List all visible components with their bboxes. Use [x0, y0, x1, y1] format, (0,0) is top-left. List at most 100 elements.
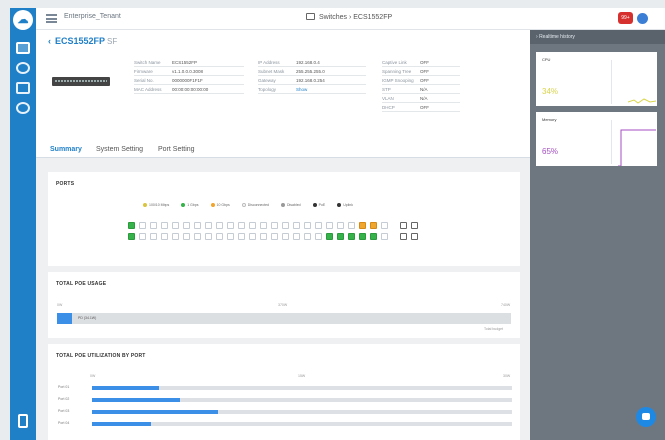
switch-port[interactable] — [172, 222, 179, 229]
switch-port[interactable] — [260, 222, 267, 229]
switch-port[interactable] — [150, 222, 157, 229]
switch-port[interactable] — [337, 222, 344, 229]
app-root: ☁ Enterprise_Tenant Switches › ECS1552FP… — [0, 0, 665, 440]
info-row: Serial No. 0000000F1F1F — [134, 76, 244, 85]
legend-item: Disabled — [281, 203, 301, 207]
tab-summary[interactable]: Summary — [50, 146, 82, 160]
tab-port-setting[interactable]: Port Setting — [158, 146, 195, 153]
realtime-panel: › Realtime history CPU 34% Memory 65% — [530, 30, 665, 440]
cpu-sparkline — [628, 98, 656, 104]
nav-monitor-icon[interactable] — [16, 42, 30, 54]
switch-port[interactable] — [315, 233, 322, 240]
device-name: ECS1552FP — [55, 36, 106, 46]
info-row: VLAN N/A — [382, 94, 460, 103]
chat-support-icon[interactable] — [636, 407, 656, 427]
info-value: v1.1.0.0.0.3008 — [172, 68, 204, 74]
nav-list-icon[interactable] — [16, 82, 30, 94]
poe-port-title: TOTAL POE UTILIZATION BY PORT — [56, 353, 146, 359]
switch-port[interactable] — [359, 222, 366, 229]
poe-by-port-card: TOTAL POE UTILIZATION BY PORT 0W 15W 30W… — [48, 344, 520, 440]
switch-port[interactable] — [183, 222, 190, 229]
device-info-col3: Captive Link OFF Spanning Tree OFF IGMP Sn… — [382, 58, 460, 112]
info-value: OFF — [420, 77, 429, 83]
switch-port[interactable] — [282, 222, 289, 229]
switch-port[interactable] — [348, 222, 355, 229]
switch-port[interactable] — [194, 233, 201, 240]
uplink-port[interactable] — [400, 233, 407, 240]
cpu-label: CPU — [542, 57, 551, 62]
switch-port[interactable] — [370, 222, 377, 229]
realtime-title: Realtime history — [539, 34, 575, 40]
switch-port[interactable] — [150, 233, 157, 240]
topology-link[interactable]: Show — [296, 87, 307, 92]
monitor-icon — [306, 13, 315, 20]
switch-port[interactable] — [216, 233, 223, 240]
legend-label: Disconnected — [247, 203, 269, 207]
brand-logo-icon[interactable]: ☁ — [13, 10, 33, 30]
axis-tick-label: 0W — [57, 303, 63, 307]
info-value: 00:00:00:00:00:00 — [172, 86, 209, 92]
cpu-card: CPU 34% — [536, 52, 657, 106]
switch-port[interactable] — [128, 222, 135, 229]
switch-port[interactable] — [326, 222, 333, 229]
switch-port[interactable] — [172, 233, 179, 240]
menu-icon[interactable] — [46, 14, 57, 23]
switch-port[interactable] — [293, 222, 300, 229]
switch-port[interactable] — [271, 233, 278, 240]
switch-port[interactable] — [282, 233, 289, 240]
switch-port[interactable] — [381, 233, 388, 240]
switch-port[interactable] — [161, 222, 168, 229]
info-row: Topology Show — [258, 85, 366, 94]
nav-document-icon[interactable] — [18, 414, 28, 428]
info-label: Topology — [258, 86, 277, 92]
switch-port[interactable] — [315, 222, 322, 229]
switch-port[interactable] — [227, 222, 234, 229]
switch-port[interactable] — [293, 233, 300, 240]
alert-icon[interactable]: 99+ — [618, 12, 633, 24]
switch-port[interactable] — [326, 233, 333, 240]
nav-settings-icon[interactable] — [16, 62, 30, 74]
port-poe-bar — [92, 398, 512, 402]
cpu-value: 34% — [542, 87, 559, 96]
uplink-port[interactable] — [411, 222, 418, 229]
switch-port[interactable] — [249, 222, 256, 229]
switch-port[interactable] — [128, 233, 135, 240]
back-chevron-icon[interactable]: ‹ — [48, 36, 51, 46]
switch-port[interactable] — [381, 222, 388, 229]
legend-label: Disabled — [287, 203, 301, 207]
switch-port[interactable] — [139, 233, 146, 240]
uplink-port[interactable] — [411, 233, 418, 240]
switch-port[interactable] — [238, 233, 245, 240]
info-row: IP Address 192.168.0.4 — [258, 58, 366, 67]
port-label: Port 01 — [58, 385, 70, 389]
nav-cloud-icon[interactable] — [16, 102, 30, 114]
switch-port[interactable] — [337, 233, 344, 240]
switch-port[interactable] — [348, 233, 355, 240]
uplink-port[interactable] — [400, 222, 407, 229]
switch-port[interactable] — [304, 222, 311, 229]
switch-port[interactable] — [304, 233, 311, 240]
breadcrumb: Switches › ECS1552FP — [306, 13, 392, 21]
switch-port[interactable] — [370, 233, 377, 240]
switch-port[interactable] — [271, 222, 278, 229]
user-avatar-icon[interactable] — [637, 13, 648, 24]
info-row: Subnet Mask 255.255.255.0 — [258, 67, 366, 76]
device-info-col2: IP Address 192.168.0.4 Subnet Mask 255.255… — [258, 58, 366, 94]
page-title: ‹ ECS1552FP SF — [48, 36, 117, 46]
switch-port[interactable] — [205, 222, 212, 229]
switch-port[interactable] — [194, 222, 201, 229]
switch-port[interactable] — [161, 233, 168, 240]
tenant-name[interactable]: Enterprise_Tenant — [64, 13, 121, 20]
switch-port[interactable] — [238, 222, 245, 229]
device-suffix: SF — [107, 37, 118, 46]
switch-port[interactable] — [227, 233, 234, 240]
switch-port[interactable] — [205, 233, 212, 240]
tab-system-setting[interactable]: System Setting — [96, 146, 143, 153]
switch-port[interactable] — [139, 222, 146, 229]
switch-device-image — [52, 77, 110, 86]
switch-port[interactable] — [216, 222, 223, 229]
switch-port[interactable] — [260, 233, 267, 240]
switch-port[interactable] — [183, 233, 190, 240]
switch-port[interactable] — [359, 233, 366, 240]
switch-port[interactable] — [249, 233, 256, 240]
